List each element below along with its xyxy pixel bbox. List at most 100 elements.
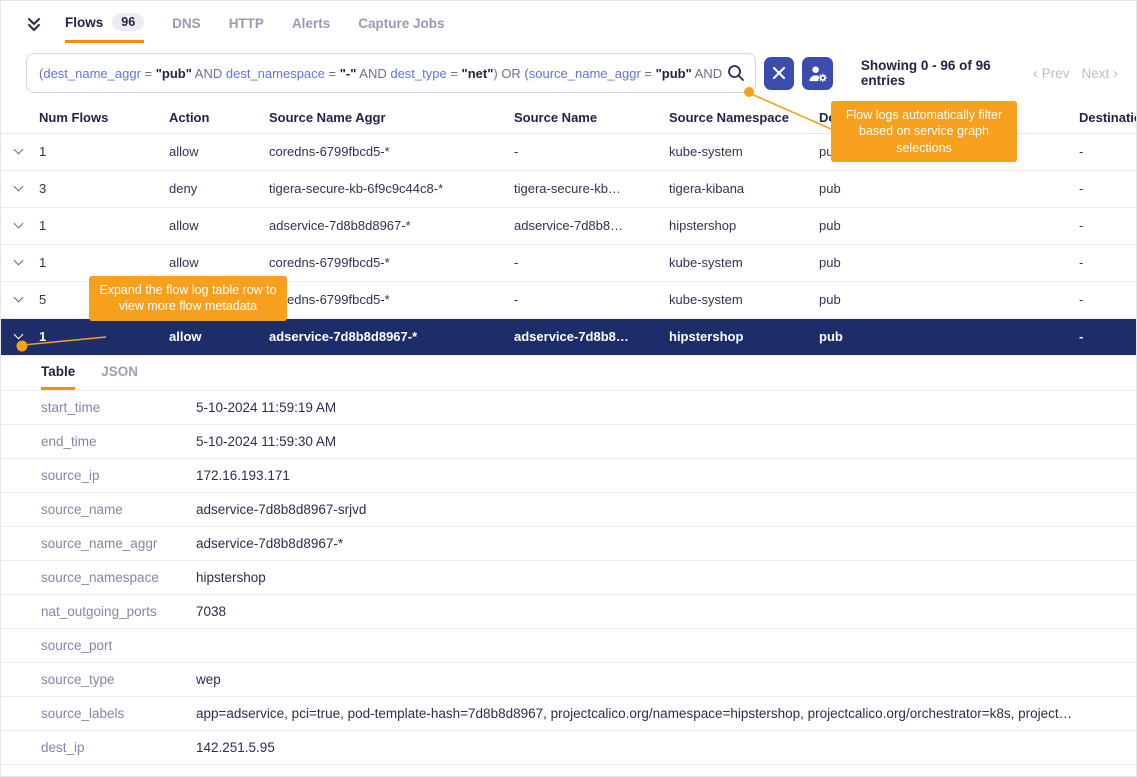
- tab-label: Alerts: [292, 16, 330, 31]
- cell-source_name_aggr: adservice-7d8b8d8967-*: [269, 329, 514, 344]
- tab-label: HTTP: [229, 16, 264, 31]
- field-key: source_name_aggr: [1, 536, 196, 551]
- field-key: source_namespace: [1, 570, 196, 585]
- cell-source_name_aggr: coredns-6799fbcd5-*: [269, 292, 514, 307]
- cell-action: allow: [169, 144, 269, 159]
- detail-field-row: source_typewep: [1, 663, 1136, 697]
- chevron-down-icon: [14, 330, 24, 340]
- flow-filter-query-input[interactable]: (dest_name_aggr = "pub" AND dest_namespa…: [26, 53, 756, 93]
- query-segment-val: "pub": [156, 66, 192, 81]
- cell-dest_name_aggr: pub: [819, 292, 1079, 307]
- query-segment-op: =: [447, 66, 462, 81]
- cell-source_name_aggr: adservice-7d8b8d8967-*: [269, 218, 514, 233]
- tab-dns[interactable]: DNS: [172, 16, 201, 43]
- expand-tip-callout: Expand the flow log table row to view mo…: [89, 276, 287, 321]
- cell-dest_name_aggr: pub: [819, 181, 1079, 196]
- detail-tab-table[interactable]: Table: [41, 364, 75, 390]
- tab-alerts[interactable]: Alerts: [292, 16, 330, 43]
- detail-field-row: source_nameadservice-7d8b8d8967-srjvd: [1, 493, 1136, 527]
- row-expander-chevron-icon[interactable]: [15, 335, 39, 338]
- chevron-down-icon: [14, 182, 24, 192]
- cell-dest_name: -: [1079, 218, 1136, 233]
- cell-source_namespace: kube-system: [669, 255, 819, 270]
- detail-field-row: end_time5-10-2024 11:59:30 AM: [1, 425, 1136, 459]
- tab-http[interactable]: HTTP: [229, 16, 264, 43]
- flow-table-row[interactable]: 1allowadservice-7d8b8d8967-*adservice-7d…: [1, 319, 1136, 356]
- query-segment-op: =: [141, 66, 156, 81]
- field-key: source_port: [1, 638, 196, 653]
- query-segment-field: dest_namespace: [226, 66, 325, 81]
- cell-dest_name: -: [1079, 255, 1136, 270]
- row-expander-chevron-icon[interactable]: [15, 298, 39, 301]
- detail-field-row: source_ip172.16.193.171: [1, 459, 1136, 493]
- filter-query-text: (dest_name_aggr = "pub" AND dest_namespa…: [39, 66, 722, 81]
- detail-field-row: start_time5-10-2024 11:59:19 AM: [1, 391, 1136, 425]
- query-segment-op: =: [641, 66, 656, 81]
- row-expander-chevron-icon[interactable]: [15, 224, 39, 227]
- query-segment-val: "-": [340, 66, 357, 81]
- chevron-left-icon: ‹: [1033, 65, 1038, 82]
- query-segment-val: "net": [462, 66, 494, 81]
- cell-source_namespace: kube-system: [669, 144, 819, 159]
- field-value: 7038: [196, 604, 1136, 619]
- pagination: ‹ Prev Next ›: [1033, 65, 1120, 82]
- query-segment-op: AND: [692, 66, 722, 81]
- cell-num: 1: [39, 144, 169, 159]
- column-header: Source Name: [514, 109, 669, 127]
- field-key: source_name: [1, 502, 196, 517]
- query-segment-op: AND: [192, 66, 226, 81]
- cell-num: 1: [39, 329, 169, 344]
- field-value: 5-10-2024 11:59:30 AM: [196, 434, 1136, 449]
- flow-table-row[interactable]: 1allowadservice-7d8b8d8967-*adservice-7d…: [1, 208, 1136, 245]
- cell-source_name: tigera-secure-kb…: [514, 181, 669, 196]
- chevron-down-icon: [14, 145, 24, 155]
- detail-field-row: source_port: [1, 629, 1136, 663]
- clear-filter-button[interactable]: [764, 57, 794, 90]
- detail-tab-json[interactable]: JSON: [101, 364, 138, 390]
- cell-source_namespace: hipstershop: [669, 329, 819, 344]
- cell-dest_name_aggr: pub: [819, 218, 1079, 233]
- cell-num: 3: [39, 181, 169, 196]
- row-expander-chevron-icon[interactable]: [15, 187, 39, 190]
- chevron-down-icon: [14, 219, 24, 229]
- cell-source_name: adservice-7d8b8…: [514, 218, 669, 233]
- tab-label: Flows: [65, 15, 103, 30]
- next-page-button[interactable]: Next ›: [1081, 65, 1118, 82]
- chevron-right-icon: ›: [1113, 65, 1118, 82]
- collapse-panel-button[interactable]: [25, 17, 43, 43]
- cell-action: allow: [169, 329, 269, 344]
- cell-action: allow: [169, 218, 269, 233]
- field-key: start_time: [1, 400, 196, 415]
- tab-badge: 96: [112, 13, 144, 31]
- column-header: Source Name Aggr: [269, 109, 514, 127]
- cell-dest_name: -: [1079, 329, 1136, 344]
- detail-field-row: source_name_aggradservice-7d8b8d8967-*: [1, 527, 1136, 561]
- field-value: 142.251.5.95: [196, 740, 1136, 755]
- cell-dest_name_aggr: pub: [819, 329, 1079, 344]
- flow-table-row[interactable]: 3denytigera-secure-kb-6f9c9c44c8-*tigera…: [1, 171, 1136, 208]
- cell-source_name_aggr: coredns-6799fbcd5-*: [269, 255, 514, 270]
- row-expander-chevron-icon[interactable]: [15, 261, 39, 264]
- tab-capture-jobs[interactable]: Capture Jobs: [358, 16, 444, 43]
- tab-flows[interactable]: Flows 96: [65, 13, 144, 43]
- entries-count-text: Showing 0 - 96 of 96 entries: [861, 58, 1025, 88]
- filter-settings-button[interactable]: [802, 57, 832, 90]
- double-chevron-down-icon: [25, 17, 43, 33]
- row-expander-chevron-icon[interactable]: [15, 150, 39, 153]
- cell-source_namespace: hipstershop: [669, 218, 819, 233]
- flow-logs-app: Flows 96 DNS HTTP Alerts Capture Jobs (dest_n…: [0, 0, 1137, 777]
- search-icon[interactable]: [726, 63, 746, 86]
- query-segment-op: ) OR (: [493, 66, 528, 81]
- filter-bar: (dest_name_aggr = "pub" AND dest_namespa…: [1, 43, 1136, 103]
- cell-action: allow: [169, 255, 269, 270]
- prev-page-label: Prev: [1042, 66, 1070, 81]
- tab-label: Capture Jobs: [358, 16, 444, 31]
- tab-label: DNS: [172, 16, 201, 31]
- detail-field-row: nat_outgoing_ports7038: [1, 595, 1136, 629]
- cell-dest_name: -: [1079, 292, 1136, 307]
- query-segment-op: AND: [356, 66, 390, 81]
- prev-page-button[interactable]: ‹ Prev: [1033, 65, 1070, 82]
- column-header: Num Flows: [39, 109, 169, 127]
- cell-source_name_aggr: tigera-secure-kb-6f9c9c44c8-*: [269, 181, 514, 196]
- cell-source_name_aggr: coredns-6799fbcd5-*: [269, 144, 514, 159]
